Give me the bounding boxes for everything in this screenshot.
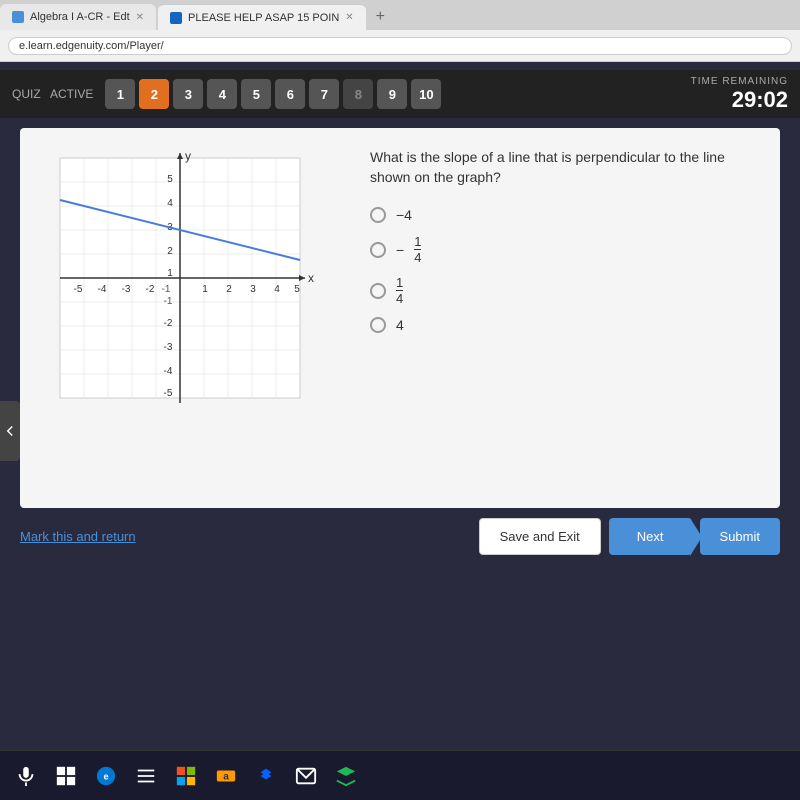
taskbar-windows[interactable] [48, 758, 84, 794]
taskbar-microphone[interactable] [8, 758, 44, 794]
svg-text:2: 2 [167, 246, 173, 257]
question-navigation: QUIZ ACTIVE 1 2 3 4 5 6 7 8 9 10 [12, 79, 441, 109]
action-buttons: Save and Exit Next Submit [479, 518, 780, 555]
svg-text:-4: -4 [98, 284, 107, 295]
quiz-content-area: x y -5 -4 -3 -2 -1 1 2 3 4 5 5 4 3 2 [20, 128, 780, 508]
tab-algebra[interactable]: Algebra I A-CR - Edt ✕ [0, 4, 156, 30]
svg-text:-5: -5 [164, 388, 173, 399]
answer-options: −4 − 1 4 1 4 [370, 207, 760, 333]
question-btn-8: 8 [343, 79, 373, 109]
taskbar-dropbox[interactable] [248, 758, 284, 794]
tab-bar: Algebra I A-CR - Edt ✕ PLEASE HELP ASAP … [0, 0, 800, 30]
svg-text:5: 5 [167, 174, 173, 185]
taskbar-store[interactable] [168, 758, 204, 794]
time-label: TIME REMAINING [691, 76, 788, 87]
new-tab-button[interactable]: + [368, 8, 393, 26]
sidebar-toggle[interactable] [0, 401, 20, 461]
svg-text:3: 3 [250, 284, 256, 295]
graph-area: x y -5 -4 -3 -2 -1 1 2 3 4 5 5 4 3 2 [40, 148, 340, 488]
fraction-num-a2: 1 [414, 235, 421, 250]
question-btn-3[interactable]: 3 [173, 79, 203, 109]
question-btn-7[interactable]: 7 [309, 79, 339, 109]
taskbar: e a [0, 750, 800, 800]
svg-text:-1: -1 [162, 284, 171, 295]
svg-text:-3: -3 [122, 284, 131, 295]
answer-option-a3[interactable]: 1 4 [370, 276, 760, 305]
tab-close-algebra[interactable]: ✕ [136, 12, 144, 23]
taskbar-app4[interactable] [328, 758, 364, 794]
fraction-num-a3: 1 [396, 276, 403, 291]
time-remaining: TIME REMAINING 29:02 [691, 76, 788, 113]
question-btn-10[interactable]: 10 [411, 79, 441, 109]
tab-close-help[interactable]: ✕ [345, 12, 353, 23]
tab-label-algebra: Algebra I A-CR - Edt [30, 11, 130, 23]
question-area: What is the slope of a line that is perp… [370, 148, 760, 488]
radio-a1[interactable] [370, 207, 386, 223]
next-button[interactable]: Next [609, 518, 692, 555]
answer-option-a2[interactable]: − 1 4 [370, 235, 760, 264]
svg-text:4: 4 [274, 284, 280, 295]
time-value: 29:02 [691, 87, 788, 113]
taskbar-files[interactable] [128, 758, 164, 794]
tab-label-help: PLEASE HELP ASAP 15 POIN [188, 12, 339, 24]
question-btn-2[interactable]: 2 [139, 79, 169, 109]
submit-button[interactable]: Submit [700, 518, 780, 555]
question-text: What is the slope of a line that is perp… [370, 148, 760, 187]
svg-text:y: y [185, 149, 191, 163]
fraction-a3: 1 4 [396, 276, 403, 305]
answer-option-a1[interactable]: −4 [370, 207, 760, 223]
address-input[interactable] [8, 37, 792, 55]
fraction-a2: 1 4 [414, 235, 421, 264]
svg-text:-5: -5 [74, 284, 83, 295]
taskbar-edge[interactable]: e [88, 758, 124, 794]
question-btn-1[interactable]: 1 [105, 79, 135, 109]
quiz-section-label: QUIZ ACTIVE [12, 87, 93, 101]
answer-label-a1: −4 [396, 207, 412, 223]
taskbar-amazon[interactable]: a [208, 758, 244, 794]
tab-help[interactable]: PLEASE HELP ASAP 15 POIN ✕ [158, 4, 366, 30]
svg-text:a: a [223, 771, 229, 782]
svg-text:-4: -4 [164, 366, 173, 377]
svg-text:-2: -2 [146, 284, 155, 295]
fraction-den-a3: 4 [396, 291, 403, 305]
svg-text:1: 1 [167, 268, 173, 279]
save-exit-button[interactable]: Save and Exit [479, 518, 601, 555]
browser-chrome: Algebra I A-CR - Edt ✕ PLEASE HELP ASAP … [0, 0, 800, 62]
tab-icon-algebra [12, 11, 24, 23]
answer-label-a4: 4 [396, 317, 404, 333]
answer-option-a4[interactable]: 4 [370, 317, 760, 333]
radio-a3[interactable] [370, 283, 386, 299]
svg-text:4: 4 [167, 198, 173, 209]
quiz-bottom-bar: Mark this and return Save and Exit Next … [0, 518, 800, 555]
question-btn-5[interactable]: 5 [241, 79, 271, 109]
svg-text:-2: -2 [164, 318, 173, 329]
svg-text:1: 1 [202, 284, 208, 295]
svg-text:-3: -3 [164, 342, 173, 353]
quiz-top-bar: QUIZ ACTIVE 1 2 3 4 5 6 7 8 9 10 TIME RE… [0, 70, 800, 118]
svg-text:e: e [103, 771, 108, 781]
question-btn-9[interactable]: 9 [377, 79, 407, 109]
svg-text:x: x [308, 271, 314, 285]
mark-return-link[interactable]: Mark this and return [20, 529, 136, 544]
coordinate-graph: x y -5 -4 -3 -2 -1 1 2 3 4 5 5 4 3 2 [40, 148, 320, 428]
radio-a2[interactable] [370, 242, 386, 258]
svg-text:5: 5 [294, 284, 300, 295]
question-btn-4[interactable]: 4 [207, 79, 237, 109]
address-bar [0, 30, 800, 62]
radio-a4[interactable] [370, 317, 386, 333]
answer-label-a2: − [396, 242, 404, 258]
tab-icon-help [170, 12, 182, 24]
taskbar-mail[interactable] [288, 758, 324, 794]
fraction-den-a2: 4 [414, 250, 421, 264]
question-btn-6[interactable]: 6 [275, 79, 305, 109]
svg-text:-1: -1 [164, 296, 173, 307]
svg-text:2: 2 [226, 284, 232, 295]
